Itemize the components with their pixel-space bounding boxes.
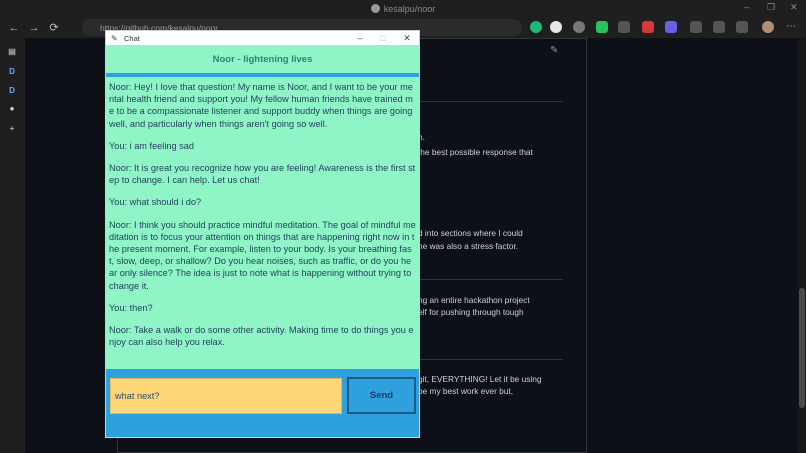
- back-button[interactable]: ←: [4, 17, 24, 38]
- chat-message: You: what should i do?: [109, 197, 202, 208]
- chat-message: You: then?: [109, 302, 153, 313]
- chat-message: Noor: Take a walk or do some other activ…: [109, 325, 414, 348]
- page-text: be my best work ever but,: [418, 386, 513, 396]
- forward-button[interactable]: →: [24, 17, 44, 38]
- page-text: d into sections where I could: [418, 228, 523, 238]
- chat-message: You: i am feeling sad: [109, 140, 194, 151]
- browser-vertical-tabs: ▤ D D ● +: [0, 38, 25, 453]
- page-scrollbar[interactable]: [798, 38, 806, 453]
- avatar[interactable]: [762, 21, 774, 33]
- github-tab-icon[interactable]: ●: [5, 101, 19, 115]
- chat-message: Noor: Hey! I love that question! My name…: [109, 82, 413, 129]
- sidebar-item-d-1[interactable]: D: [5, 64, 19, 78]
- chat-header: Noor - lightening lives: [106, 45, 419, 73]
- tab-actions-icon[interactable]: ▤: [5, 44, 19, 58]
- close-icon[interactable]: ✕: [790, 2, 798, 13]
- browser-title-bar: kesalpu/noor – ❐ ✕: [0, 0, 806, 17]
- minimize-icon[interactable]: –: [744, 2, 749, 12]
- send-button[interactable]: Send: [347, 377, 416, 414]
- chat-window-title: Chat: [124, 33, 140, 43]
- browser-window-title: kesalpu/noor: [383, 3, 436, 14]
- chat-maximize-button[interactable]: □: [372, 32, 394, 44]
- reload-button[interactable]: ⟳: [44, 17, 64, 38]
- feather-icon: ✎: [111, 33, 118, 43]
- chat-minimize-button[interactable]: –: [349, 32, 371, 44]
- edit-icon[interactable]: ✎: [550, 45, 558, 56]
- chat-window: ✎ Chat – □ ✕ Noor - lightening lives Noo…: [105, 30, 420, 438]
- restore-icon[interactable]: ❐: [767, 2, 775, 13]
- chat-message: Noor: It is great you recognize how you …: [109, 163, 416, 186]
- more-menu-icon[interactable]: ⋯: [785, 21, 797, 33]
- bell-icon[interactable]: [618, 21, 630, 33]
- github-icon: [370, 4, 380, 13]
- message-input[interactable]: what next?: [110, 378, 342, 414]
- extension-icon[interactable]: [530, 21, 542, 33]
- extension-icon[interactable]: [642, 21, 654, 33]
- scrollbar-thumb[interactable]: [799, 288, 805, 408]
- extension-icon[interactable]: [573, 21, 585, 33]
- new-tab-icon[interactable]: +: [5, 121, 19, 135]
- chat-message: Noor: I think you should practice mindfu…: [109, 219, 416, 291]
- page-text: the best possible response that: [418, 147, 533, 157]
- collections-icon[interactable]: [736, 21, 748, 33]
- chat-log[interactable]: Noor: Hey! I love that question! My name…: [106, 77, 419, 369]
- extensions-icon[interactable]: [690, 21, 702, 33]
- extension-icon[interactable]: [665, 21, 677, 33]
- chat-title-bar: ✎ Chat – □ ✕: [106, 31, 419, 45]
- extension-icon[interactable]: [550, 21, 562, 33]
- sidebar-item-d-2[interactable]: D: [5, 83, 19, 97]
- extension-icon[interactable]: [596, 21, 608, 33]
- chat-close-button[interactable]: ✕: [396, 32, 418, 44]
- divider: [418, 279, 563, 280]
- page-text: elf for pushing through tough: [418, 307, 524, 317]
- divider: [418, 101, 563, 102]
- favorites-icon[interactable]: [713, 21, 725, 33]
- page-text: ne was also a stress factor.: [418, 241, 519, 251]
- divider: [418, 359, 563, 360]
